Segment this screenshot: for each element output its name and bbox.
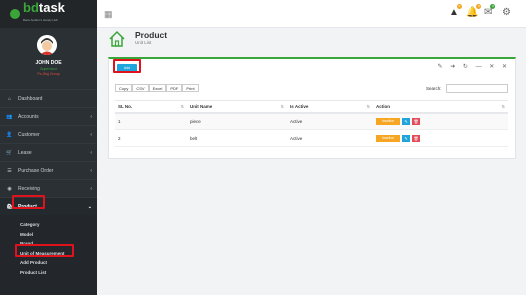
chevron-left-icon: ‹ xyxy=(90,113,92,120)
chevron-down-icon: ⌄ xyxy=(87,203,92,210)
card-tools[interactable]: ✎ ➜ ↻ — ✕ ✕ xyxy=(438,63,510,70)
grid-menu-icon[interactable]: ▦ xyxy=(104,9,113,20)
gear-icon[interactable]: ⚙ xyxy=(502,7,511,18)
brand-logo[interactable]: bdtask Bank Auditor's Handy Hub xyxy=(0,0,97,28)
brand-tagline: Bank Auditor's Handy Hub xyxy=(23,18,58,22)
submenu-item-category[interactable]: Category xyxy=(0,220,97,230)
mail-icon[interactable]: ✉ 0 xyxy=(484,4,496,18)
sl-cell: 2 xyxy=(115,129,187,147)
sort-icon: ⇅ xyxy=(180,103,184,109)
logo-mark-icon xyxy=(10,9,20,19)
table-row: 1 piece Active Inactive ✎ 🗑 xyxy=(115,112,508,130)
inactive-button[interactable]: Inactive xyxy=(376,134,400,142)
is-active-cell: Active xyxy=(287,129,373,147)
bell-icon[interactable]: 🔔 0 xyxy=(466,4,482,18)
edit-icon[interactable]: ✎ xyxy=(402,117,410,125)
inactive-button[interactable]: Inactive xyxy=(376,117,400,125)
person-icon: 👤 xyxy=(6,131,13,138)
trash-icon[interactable]: 🗑 xyxy=(412,134,420,142)
column-header-unit-name[interactable]: Unit Name ⇅ xyxy=(187,100,287,114)
user-role: Supervisor xyxy=(40,67,57,71)
sl-cell: 1 xyxy=(115,112,187,130)
sidebar-item-customer[interactable]: 👤 Customer ‹ xyxy=(0,125,97,143)
avatar-face-icon xyxy=(37,35,57,55)
sort-icon: ⇅ xyxy=(280,103,284,109)
chevron-left-icon: ‹ xyxy=(90,149,92,156)
submenu-item-model[interactable]: Model xyxy=(0,230,97,240)
edit-icon[interactable]: ✎ xyxy=(402,134,410,142)
people-icon: 👥 xyxy=(6,113,13,120)
sidebar-item-purchase-order[interactable]: ☰ Purchase Order ‹ xyxy=(0,161,97,179)
table-row: 2 belt Active Inactive ✎ 🗑 xyxy=(115,129,508,147)
pdf-button[interactable]: PDF xyxy=(166,84,183,92)
home-outline-icon xyxy=(108,30,126,48)
search-input[interactable] xyxy=(446,84,508,93)
submenu-item-add-product[interactable]: Add Product xyxy=(0,258,97,268)
column-header-sl[interactable]: SL No. ⇅ xyxy=(115,100,187,114)
submenu-item-product-list[interactable]: Product List xyxy=(0,268,97,278)
sort-icon: ⇅ xyxy=(366,103,370,109)
home-icon: ⌂ xyxy=(7,95,12,102)
trash-icon[interactable]: 🗑 xyxy=(412,117,420,125)
chevron-left-icon: ‹ xyxy=(90,167,92,174)
brand-name-part2: task xyxy=(38,0,65,15)
sidebar-item-lease[interactable]: 🛒 Lease ‹ xyxy=(0,143,97,161)
highlight-product-menu xyxy=(12,195,45,209)
csv-button[interactable]: CSV xyxy=(132,84,149,92)
eye-icon: ◉ xyxy=(7,185,12,192)
sidebar-item-dashboard[interactable]: ⌂ Dashboard xyxy=(0,89,97,107)
avatar[interactable] xyxy=(37,35,57,55)
sidebar-item-accounts[interactable]: 👥 Accounts ‹ xyxy=(0,107,97,125)
unit-name-cell: piece xyxy=(187,112,287,130)
search-label: Search: xyxy=(426,86,442,91)
brand-name-part1: bd xyxy=(23,0,39,15)
copy-button[interactable]: Copy xyxy=(115,84,133,92)
top-bar: ▦ ▲ 0 🔔 0 ✉ 0 ⚙ xyxy=(97,0,526,28)
chevron-left-icon: ‹ xyxy=(90,185,92,192)
user-group: Ps-Dhg Group xyxy=(37,72,60,76)
unit-name-cell: belt xyxy=(187,129,287,147)
list-icon: ☰ xyxy=(7,167,12,174)
page-title: Product xyxy=(135,30,168,40)
excel-button[interactable]: Excel xyxy=(148,84,167,92)
column-header-action[interactable]: Action ⇅ xyxy=(373,100,508,114)
user-name: JOHN DOE xyxy=(35,60,62,66)
sidebar-nav: ⌂ Dashboard 👥 Accounts ‹ 👤 Customer ‹ 🛒 Lease ‹… xyxy=(0,89,97,295)
export-buttons: Copy CSV Excel PDF Print xyxy=(115,84,199,92)
highlight-add-button xyxy=(113,59,141,73)
warning-icon[interactable]: ▲ 0 xyxy=(449,4,462,18)
unit-table: SL No. ⇅ Unit Name ⇅ Is Active ⇅ Action ⇅ 1 … xyxy=(115,100,508,147)
is-active-cell: Active xyxy=(287,112,373,130)
unit-list-card: Add ✎ ➜ ↻ — ✕ ✕ Copy CSV Excel PDF Print… xyxy=(108,57,516,159)
sort-icon: ⇅ xyxy=(501,103,505,109)
chevron-left-icon: ‹ xyxy=(90,131,92,138)
page-subtitle: Unit List xyxy=(135,40,152,45)
print-button[interactable]: Print xyxy=(182,84,199,92)
highlight-unit-of-measurement xyxy=(15,244,74,257)
cart-icon: 🛒 xyxy=(6,149,13,156)
column-header-is-active[interactable]: Is Active ⇅ xyxy=(287,100,373,114)
